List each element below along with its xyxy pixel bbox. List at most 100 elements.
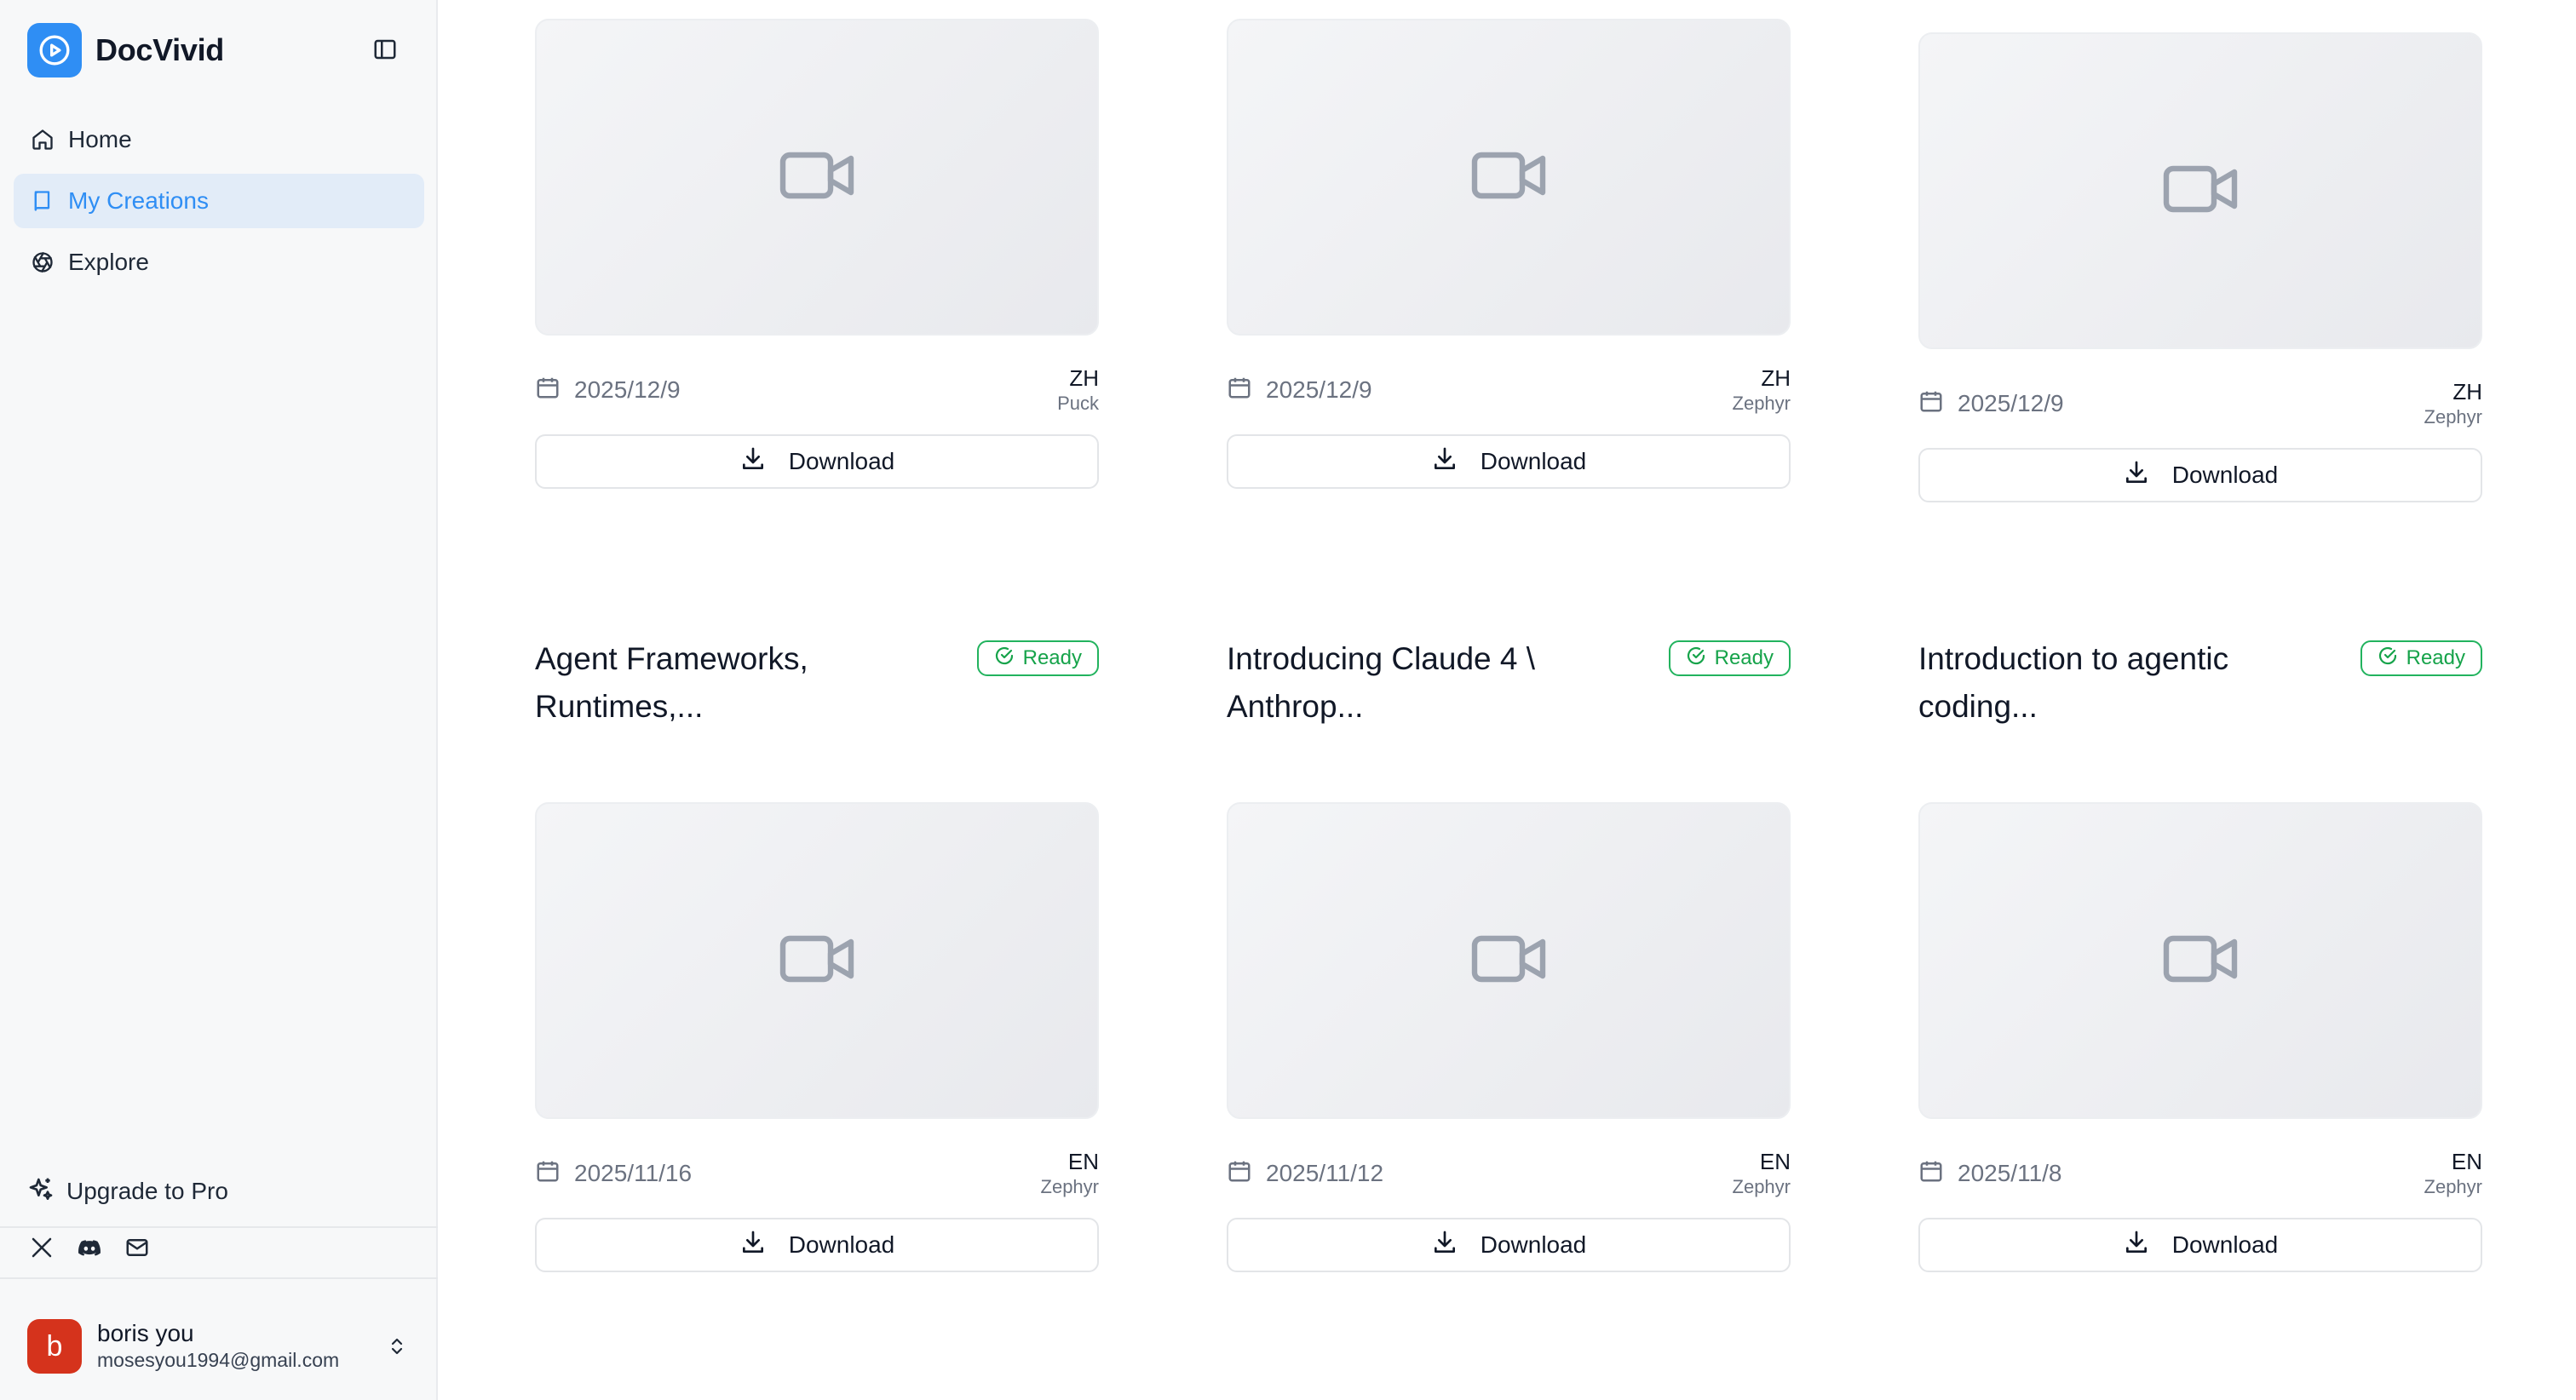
status-badge: Ready <box>2360 640 2482 676</box>
download-button[interactable]: Download <box>1227 434 1791 489</box>
creation-card: 2025/12/9 ZH Zephyr Download <box>1227 19 1791 489</box>
calendar-icon <box>535 375 561 406</box>
download-button[interactable]: Download <box>535 434 1099 489</box>
book-icon <box>29 187 56 215</box>
video-camera-icon <box>1468 135 1550 221</box>
download-button[interactable]: Download <box>1918 1218 2482 1272</box>
download-button[interactable]: Download <box>535 1218 1099 1272</box>
card-date: 2025/12/9 <box>535 375 681 406</box>
check-circle-icon <box>994 645 1015 672</box>
user-email: mosesyou1994@gmail.com <box>97 1349 340 1371</box>
video-camera-icon <box>776 135 858 221</box>
sidebar-divider <box>0 1277 438 1279</box>
calendar-icon <box>1918 388 1944 420</box>
date-text: 2025/12/9 <box>1958 390 2064 416</box>
aperture-icon <box>29 249 56 276</box>
sidebar-item-my-creations[interactable]: My Creations <box>14 174 424 228</box>
creations-grid: 2025/12/9 ZH Puck Download 2025/12/9 ZH … <box>438 0 2576 1400</box>
status-badge: Ready <box>976 640 1099 676</box>
video-thumbnail[interactable] <box>535 802 1099 1119</box>
language-code: ZH <box>2452 379 2482 405</box>
download-icon <box>1431 1229 1458 1262</box>
home-icon <box>29 126 56 153</box>
card-language: ZH Puck <box>1057 364 1099 416</box>
card-header: Agent Frameworks, Runtimes,... Ready <box>535 635 1099 731</box>
download-button[interactable]: Download <box>1918 448 2482 502</box>
video-thumbnail[interactable] <box>1227 802 1791 1119</box>
sidebar-item-label: Explore <box>68 249 149 275</box>
video-thumbnail[interactable] <box>1918 802 2482 1119</box>
sidebar-divider <box>0 1226 438 1228</box>
date-text: 2025/12/9 <box>1266 376 1372 403</box>
voice-name: Zephyr <box>1732 393 1791 414</box>
card-title[interactable]: Introduction to agentic coding... <box>1918 635 2327 731</box>
voice-name: Zephyr <box>2424 1176 2482 1197</box>
brand-name: DocVivid <box>95 32 224 67</box>
video-thumbnail[interactable] <box>535 19 1099 336</box>
creation-card: 2025/11/8 EN Zephyr Download <box>1918 802 2482 1272</box>
video-camera-icon <box>2159 918 2241 1004</box>
sidebar-toggle-icon[interactable] <box>368 32 402 66</box>
download-label: Download <box>2171 1231 2279 1258</box>
card-language: ZH Zephyr <box>2424 378 2482 429</box>
sidebar-item-label: Home <box>68 126 132 152</box>
date-text: 2025/11/8 <box>1958 1160 2062 1186</box>
download-icon <box>2123 459 2150 492</box>
sidebar: DocVivid Home My Creations Explore Upgra… <box>0 0 438 1400</box>
upgrade-label: Upgrade to Pro <box>66 1178 228 1204</box>
download-label: Download <box>2171 462 2279 488</box>
creation-card: 2025/12/9 ZH Zephyr Download <box>1918 32 2482 502</box>
video-thumbnail[interactable] <box>1227 19 1791 336</box>
docvivid-logo-icon <box>27 23 82 77</box>
user-info: boris you mosesyou1994@gmail.com <box>97 1320 339 1373</box>
voice-name: Zephyr <box>1040 1176 1099 1197</box>
video-camera-icon <box>1468 918 1550 1004</box>
card-date: 2025/11/16 <box>535 1158 692 1190</box>
card-date: 2025/12/9 <box>1227 375 1372 406</box>
download-icon <box>739 1229 767 1262</box>
language-code: ZH <box>1069 365 1099 391</box>
card-language: ZH Zephyr <box>1733 364 1791 416</box>
language-code: EN <box>1759 1149 1791 1174</box>
date-text: 2025/11/16 <box>574 1160 693 1186</box>
card-date: 2025/11/12 <box>1227 1158 1383 1190</box>
download-label: Download <box>1480 448 1587 474</box>
card-header: Introducing Claude 4 \ Anthrop... Ready <box>1227 635 1791 731</box>
sidebar-item-explore[interactable]: Explore <box>14 235 424 290</box>
card-title[interactable]: Agent Frameworks, Runtimes,... <box>535 635 944 731</box>
sidebar-nav: Home My Creations Explore <box>14 112 424 296</box>
status-text: Ready <box>2406 646 2465 669</box>
card-language: EN Zephyr <box>1041 1148 1099 1199</box>
voice-name: Zephyr <box>1732 1176 1791 1197</box>
video-camera-icon <box>2159 148 2241 234</box>
creation-card: 2025/12/9 ZH Puck Download <box>535 19 1099 489</box>
card-title[interactable]: Introducing Claude 4 \ Anthrop... <box>1227 635 1636 731</box>
download-icon <box>739 445 767 479</box>
status-text: Ready <box>1714 646 1774 669</box>
discord-icon[interactable] <box>75 1233 104 1262</box>
status-text: Ready <box>1022 646 1082 669</box>
video-thumbnail[interactable] <box>1918 32 2482 349</box>
download-icon <box>2123 1229 2150 1262</box>
user-menu[interactable]: b boris you mosesyou1994@gmail.com <box>27 1318 411 1374</box>
mail-icon[interactable] <box>123 1233 152 1262</box>
card-meta: 2025/11/8 EN Zephyr <box>1918 1139 2482 1208</box>
user-name: boris you <box>97 1320 194 1346</box>
language-code: ZH <box>1761 365 1791 391</box>
download-label: Download <box>788 448 895 474</box>
brand[interactable]: DocVivid <box>27 22 224 78</box>
download-label: Download <box>788 1231 895 1258</box>
chevrons-up-down-icon <box>383 1332 411 1361</box>
calendar-icon <box>535 1158 561 1190</box>
creation-card: 2025/11/12 EN Zephyr Download <box>1227 802 1791 1272</box>
card-language: EN Zephyr <box>1733 1148 1791 1199</box>
card-date: 2025/11/8 <box>1918 1158 2062 1190</box>
check-circle-icon <box>1686 645 1706 672</box>
status-badge: Ready <box>1668 640 1791 676</box>
card-date: 2025/12/9 <box>1918 388 2064 420</box>
download-button[interactable]: Download <box>1227 1218 1791 1272</box>
sidebar-item-home[interactable]: Home <box>14 112 424 167</box>
x-icon[interactable] <box>27 1233 56 1262</box>
upgrade-to-pro-button[interactable]: Upgrade to Pro <box>27 1172 228 1211</box>
card-meta: 2025/12/9 ZH Puck <box>535 356 1099 424</box>
